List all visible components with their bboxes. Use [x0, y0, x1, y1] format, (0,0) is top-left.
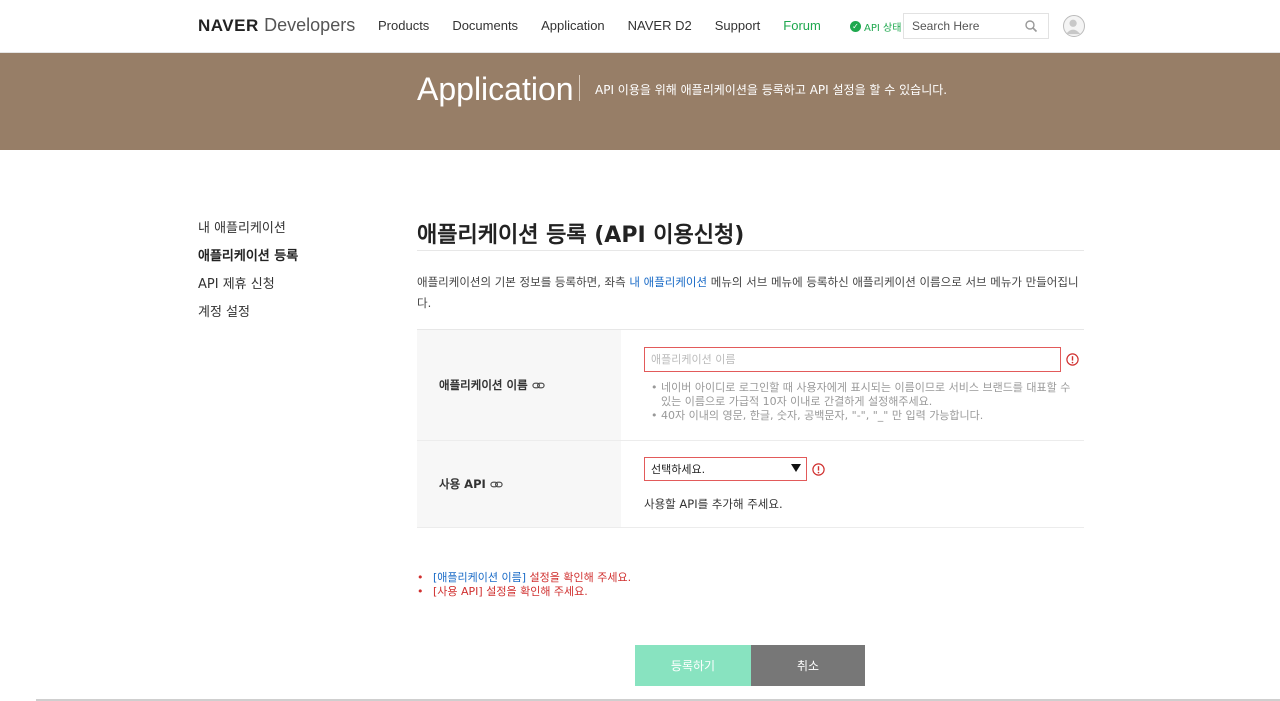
title-divider [417, 250, 1084, 251]
api-label-cell: 사용 API [417, 441, 621, 527]
error-item: [애플리케이션 이름] 설정을 확인해 주세요. [417, 571, 631, 585]
user-avatar[interactable] [1063, 15, 1085, 37]
hint-item: 40자 이내의 영문, 한글, 숫자, 공백문자, "-", "_" 만 입력 … [651, 409, 1071, 423]
nav-documents[interactable]: Documents [452, 18, 518, 33]
nav-naver-d2[interactable]: NAVER D2 [628, 18, 692, 33]
app-name-label: 애플리케이션 이름 [439, 378, 528, 392]
validation-errors: [애플리케이션 이름] 설정을 확인해 주세요. [사용 API] 설정을 확인… [417, 571, 631, 599]
nav-forum[interactable]: Forum [783, 18, 821, 33]
global-header: NAVER Developers Products Documents Appl… [0, 0, 1280, 53]
error-item: [사용 API] 설정을 확인해 주세요. [417, 585, 631, 599]
cancel-button[interactable]: 취소 [751, 645, 865, 686]
sidebar-item-my-applications[interactable]: 내 애플리케이션 [198, 220, 298, 248]
error-message: 설정을 확인해 주세요. [526, 571, 632, 584]
api-select-value: 선택하세요. [651, 463, 706, 476]
search-icon[interactable] [1024, 19, 1038, 33]
app-name-label-cell: 애플리케이션 이름 [417, 330, 621, 440]
hint-item: 네이버 아이디로 로그인할 때 사용자에게 표시되는 이름이므로 서비스 브랜드… [651, 381, 1071, 409]
api-select-dropdown[interactable]: 선택하세요. [644, 457, 807, 481]
logo-product: Developers [264, 15, 356, 35]
nav-products[interactable]: Products [378, 18, 429, 33]
error-icon [812, 463, 825, 476]
link-icon[interactable] [532, 379, 545, 392]
api-field-cell: 선택하세요. 사용할 API를 추가해 주세요. [621, 441, 1084, 527]
registration-form: 애플리케이션 이름 네이버 아이디로 로그인할 때 사용자에게 표시되는 이름이… [417, 329, 1084, 528]
banner-title: Application [417, 71, 574, 107]
page-banner: Application API 이용을 위해 애플리케이션을 등록하고 API … [0, 53, 1280, 150]
banner-description: API 이용을 위해 애플리케이션을 등록하고 API 설정을 할 수 있습니다… [595, 83, 948, 97]
my-applications-link[interactable]: 내 애플리케이션 [629, 275, 707, 289]
logo-brand: NAVER [198, 16, 259, 35]
app-name-field-cell: 네이버 아이디로 로그인할 때 사용자에게 표시되는 이름이므로 서비스 브랜드… [621, 330, 1084, 440]
link-icon[interactable] [490, 478, 503, 491]
error-field[interactable]: [애플리케이션 이름] [433, 571, 526, 584]
form-row-app-name: 애플리케이션 이름 네이버 아이디로 로그인할 때 사용자에게 표시되는 이름이… [417, 330, 1084, 441]
sidebar-item-account-settings[interactable]: 계정 설정 [198, 304, 298, 332]
api-help-text: 사용할 API를 추가해 주세요. [644, 497, 783, 511]
intro-text-before: 애플리케이션의 기본 정보를 등록하면, 좌측 [417, 275, 630, 289]
naver-developers-logo[interactable]: NAVER Developers [198, 15, 355, 36]
search-box [903, 13, 1049, 39]
api-status-label: API 상태 [864, 23, 902, 34]
sidebar-item-api-partnership[interactable]: API 제휴 신청 [198, 276, 298, 304]
app-name-input[interactable] [644, 347, 1061, 372]
api-status-link[interactable]: ✓ API 상태 [850, 19, 901, 34]
sidebar: 내 애플리케이션 애플리케이션 등록 API 제휴 신청 계정 설정 [198, 220, 298, 332]
nav-application[interactable]: Application [541, 18, 605, 33]
page-title: 애플리케이션 등록 (API 이용신청) [417, 223, 745, 248]
banner-divider [579, 75, 580, 101]
sidebar-item-register-application[interactable]: 애플리케이션 등록 [198, 248, 298, 276]
form-row-api: 사용 API 선택하세요. 사용할 API를 추가해 주세요. [417, 441, 1084, 528]
error-message: [사용 API] 설정을 확인해 주세요. [433, 585, 588, 598]
check-circle-icon: ✓ [850, 21, 861, 32]
search-input[interactable] [904, 14, 1022, 38]
error-icon [1066, 353, 1079, 366]
nav-support[interactable]: Support [715, 18, 761, 33]
register-button[interactable]: 등록하기 [635, 645, 751, 686]
user-icon [1065, 19, 1081, 35]
app-name-hints: 네이버 아이디로 로그인할 때 사용자에게 표시되는 이름이므로 서비스 브랜드… [651, 381, 1071, 423]
main-nav: Products Documents Application NAVER D2 … [378, 18, 844, 33]
dropdown-arrow-icon [791, 464, 801, 472]
api-label: 사용 API [439, 477, 486, 491]
intro-text: 애플리케이션의 기본 정보를 등록하면, 좌측 내 애플리케이션 메뉴의 서브 … [417, 272, 1084, 314]
